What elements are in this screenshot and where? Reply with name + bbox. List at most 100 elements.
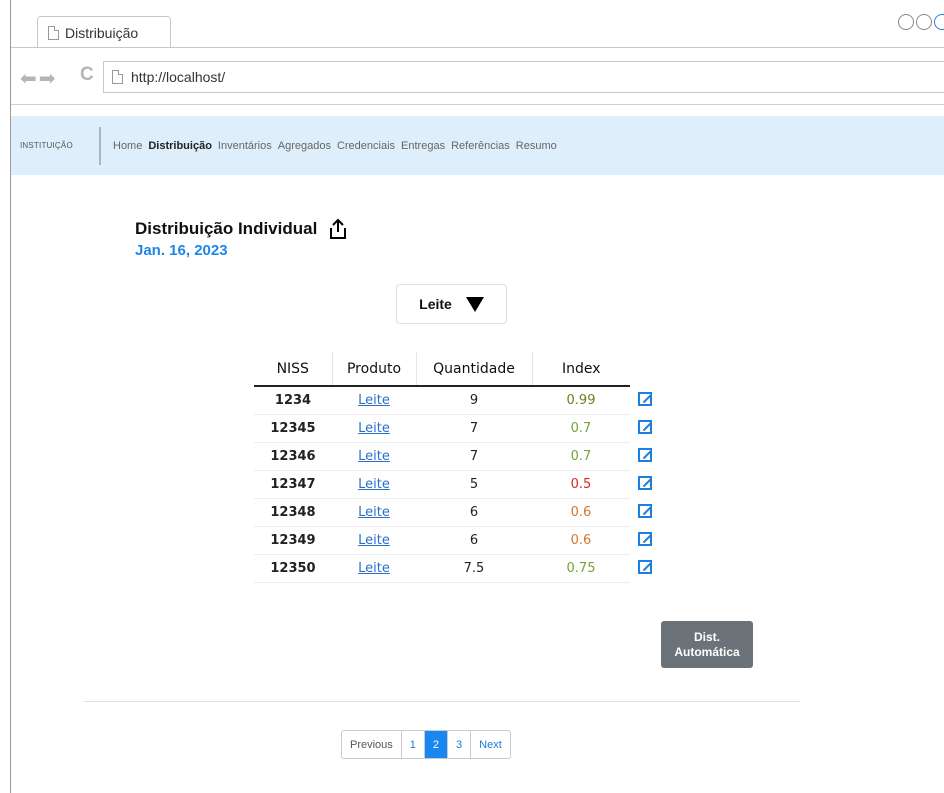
table-row: 12349 Leite 6 0.6: [254, 526, 630, 555]
produto-cell: Leite: [332, 498, 416, 527]
table-row: 12346 Leite 7 0.7: [254, 442, 630, 471]
pagination-page-3[interactable]: 3: [447, 731, 470, 758]
produto-cell: Leite: [332, 554, 416, 583]
quantidade-cell: 7.5: [416, 554, 532, 583]
edit-icon[interactable]: [638, 392, 652, 406]
index-cell: 0.5: [532, 470, 630, 499]
caret-down-icon: [465, 296, 484, 312]
brand-label[interactable]: INSTITUIÇÃO: [11, 141, 99, 150]
pagination-page-2[interactable]: 2: [423, 731, 448, 758]
table-row: 1234 Leite 9 0.99: [254, 386, 630, 415]
url-text[interactable]: http://localhost/: [131, 69, 225, 85]
page-icon: [112, 70, 123, 84]
reload-icon[interactable]: C: [80, 64, 100, 85]
window-control-icon[interactable]: [898, 14, 914, 30]
tab-strip-divider: [11, 47, 944, 48]
index-cell: 0.7: [532, 442, 630, 471]
history-buttons: ⬅ ➡: [20, 66, 56, 91]
produto-link[interactable]: Leite: [358, 393, 390, 408]
edit-icon[interactable]: [638, 560, 652, 574]
nav-link-resumo[interactable]: Resumo: [516, 140, 557, 152]
index-cell: 0.99: [532, 386, 630, 415]
document-icon: [48, 25, 59, 40]
niss-cell: 12350: [254, 554, 332, 583]
produto-link[interactable]: Leite: [358, 449, 390, 464]
niss-cell: 12349: [254, 526, 332, 555]
produto-link[interactable]: Leite: [358, 421, 390, 436]
table-header-row: NISS Produto Quantidade Index: [254, 352, 630, 386]
distribution-table-wrap: NISS Produto Quantidade Index 1234 Leite 9…: [254, 352, 652, 583]
chrome-divider: [11, 104, 944, 105]
produto-cell: Leite: [332, 414, 416, 443]
produto-link[interactable]: Leite: [358, 561, 390, 576]
nav-link-entregas[interactable]: Entregas: [401, 140, 445, 152]
back-arrow-icon[interactable]: ⬅: [20, 66, 37, 91]
column-header-produto: Produto: [331, 352, 416, 386]
niss-cell: 1234: [254, 386, 332, 415]
niss-cell: 12348: [254, 498, 332, 527]
table-row: 12345 Leite 7 0.7: [254, 414, 630, 443]
produto-link[interactable]: Leite: [358, 477, 390, 492]
pagination-next[interactable]: Next: [470, 731, 510, 758]
table-row: 12347 Leite 5 0.5: [254, 470, 630, 499]
produto-cell: Leite: [332, 526, 416, 555]
niss-cell: 12345: [254, 414, 332, 443]
column-header-index: Index: [531, 352, 630, 386]
auto-distribution-label-line1: Dist.: [693, 629, 720, 644]
nav-link-inventarios[interactable]: Inventários: [218, 140, 272, 152]
address-bar[interactable]: http://localhost/: [103, 61, 944, 93]
pagination: Previous 1 2 3 Next: [341, 730, 511, 759]
page-title-row: Distribuição Individual: [135, 218, 349, 240]
nav-link-agregados[interactable]: Agregados: [278, 140, 331, 152]
content-divider: [84, 701, 800, 702]
quantidade-cell: 5: [416, 470, 532, 499]
auto-distribution-label-line2: Automática: [674, 644, 740, 659]
edit-icon[interactable]: [638, 448, 652, 462]
auto-distribution-button[interactable]: Dist. Automática: [661, 621, 753, 668]
column-header-niss: NISS: [276, 360, 309, 377]
produto-cell: Leite: [332, 470, 416, 499]
app-navbar: INSTITUIÇÃO Home Distribuição Inventário…: [11, 116, 944, 175]
window-control-icon[interactable]: [934, 14, 944, 30]
window-control-icon[interactable]: [916, 14, 932, 30]
nav-link-home[interactable]: Home: [113, 140, 142, 152]
niss-cell: 12346: [254, 442, 332, 471]
index-cell: 0.6: [532, 526, 630, 555]
window-controls[interactable]: [898, 14, 944, 30]
quantidade-cell: 9: [416, 386, 532, 415]
page-date: Jan. 16, 2023: [135, 242, 228, 259]
page-header: Distribuição Individual Jan. 16, 2023: [135, 218, 349, 259]
produto-link[interactable]: Leite: [358, 533, 390, 548]
index-cell: 0.75: [532, 554, 630, 583]
column-header-quantidade: Quantidade: [415, 352, 532, 386]
produto-cell: Leite: [332, 442, 416, 471]
edit-icon[interactable]: [638, 420, 652, 434]
index-cell: 0.6: [532, 498, 630, 527]
nav-link-distribuicao[interactable]: Distribuição: [148, 140, 212, 152]
quantidade-cell: 6: [416, 498, 532, 527]
product-select-value: Leite: [419, 296, 452, 312]
table-body: 1234 Leite 9 0.99 12345 Leite 7 0.7 12346 Leite 7 0…: [254, 386, 630, 583]
pagination-page-1[interactable]: 1: [400, 731, 424, 758]
tab-title: Distribuição: [65, 24, 139, 41]
quantidade-cell: 7: [416, 414, 532, 443]
edit-icon[interactable]: [638, 476, 652, 490]
edit-icons-column: [638, 392, 654, 588]
index-cell: 0.7: [532, 414, 630, 443]
forward-arrow-icon[interactable]: ➡: [39, 66, 56, 91]
browser-tab[interactable]: Distribuição: [37, 16, 171, 48]
table-row: 12350 Leite 7.5 0.75: [254, 554, 630, 583]
page-title: Distribuição Individual: [135, 219, 318, 238]
share-icon[interactable]: [327, 218, 349, 240]
distribution-table: NISS Produto Quantidade Index 1234 Leite 9…: [254, 352, 630, 583]
pagination-previous[interactable]: Previous: [342, 731, 401, 758]
nav-link-referencias[interactable]: Referências: [451, 140, 510, 152]
quantidade-cell: 7: [416, 442, 532, 471]
product-select[interactable]: Leite: [396, 284, 507, 324]
edit-icon[interactable]: [638, 532, 652, 546]
nav-link-credenciais[interactable]: Credenciais: [337, 140, 395, 152]
edit-icon[interactable]: [638, 504, 652, 518]
produto-link[interactable]: Leite: [358, 505, 390, 520]
quantidade-cell: 6: [416, 526, 532, 555]
produto-cell: Leite: [332, 386, 416, 415]
